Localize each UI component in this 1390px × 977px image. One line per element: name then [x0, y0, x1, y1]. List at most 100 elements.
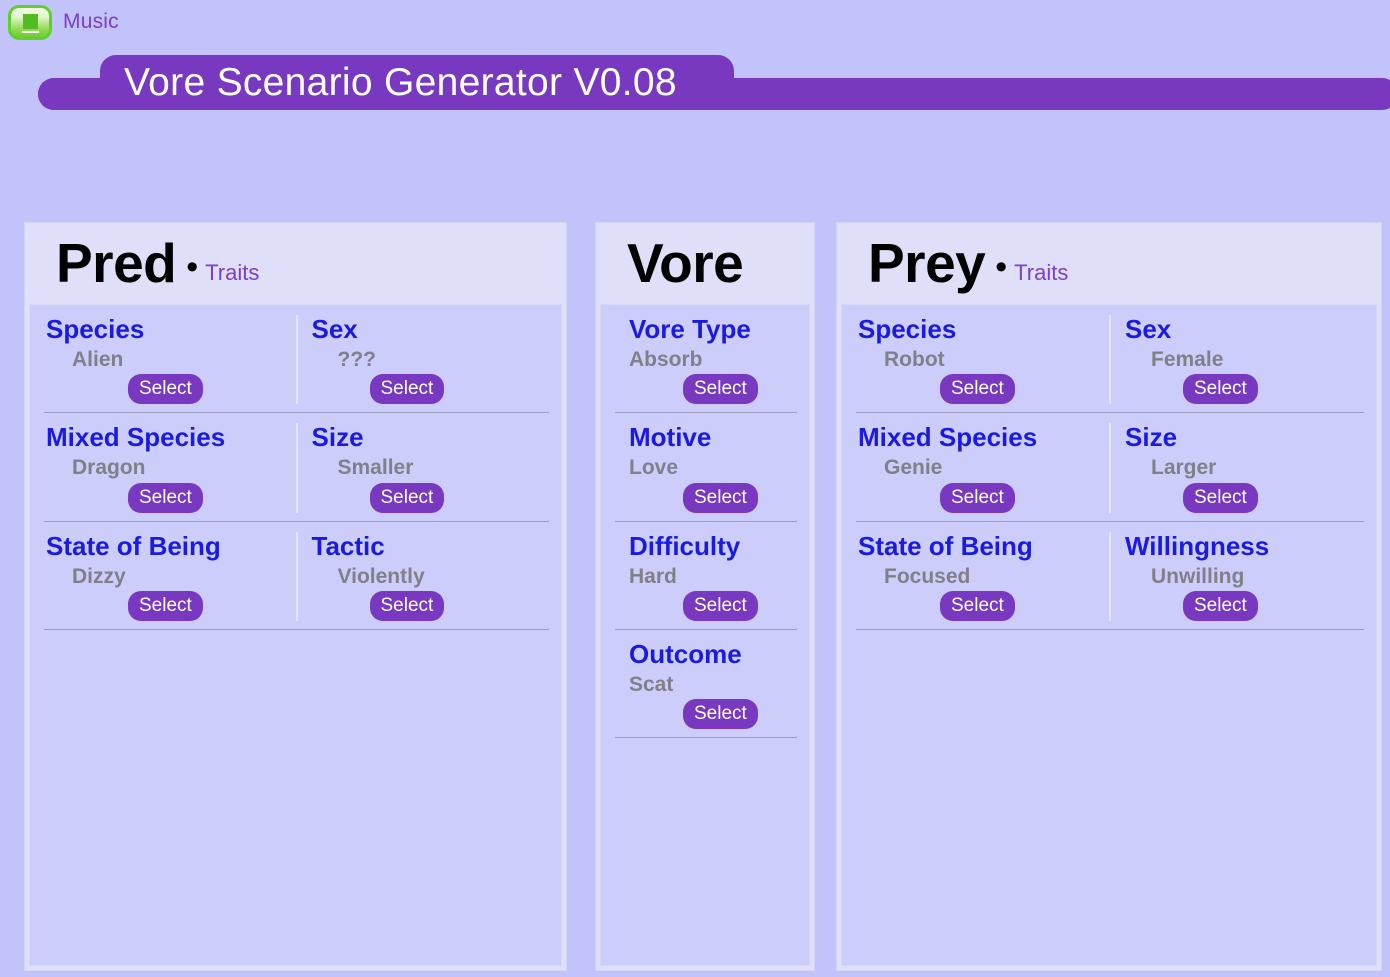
stop-square-icon	[21, 13, 39, 33]
title-banner: Vore Scenario Generator V0.08	[0, 50, 1390, 112]
panel-body: Species Robot Select Sex Female Select Mixed S…	[841, 304, 1377, 966]
select-row: Select	[46, 590, 296, 621]
panels-container: Pred • Traits Species Alien Select Sex??? Selec…	[0, 222, 1390, 977]
select-button[interactable]: Select	[940, 482, 1015, 513]
traits-link[interactable]: Traits	[205, 260, 259, 286]
field-value: Unwilling	[1151, 564, 1245, 588]
field-value: Love	[629, 456, 679, 480]
top-bar: Music	[0, 0, 1390, 46]
field-row: Difficulty Hard Select	[601, 522, 809, 629]
select-button[interactable]: Select	[683, 374, 758, 405]
select-button[interactable]: Select	[1183, 374, 1258, 405]
field-cell: Tactic Violently Select	[295, 522, 562, 629]
field-cell: State of Being Dizzy Select	[30, 522, 296, 629]
field-value: Dizzy	[72, 564, 126, 588]
field-cell: Sex Female Select	[1109, 305, 1376, 412]
field-cell: Size Smaller Select	[295, 413, 562, 520]
field-value: Larger	[1151, 456, 1217, 480]
panel-header: Prey • Traits	[837, 223, 1381, 304]
traits-link[interactable]: Traits	[1014, 260, 1068, 286]
panel-title: Prey	[868, 232, 986, 294]
field-cell: Vore Type Absorb Select	[601, 305, 809, 412]
field-row: Species Alien Select Sex??? Select	[30, 305, 561, 412]
field-value: Smaller	[337, 456, 414, 480]
field-row: State of Being Focused Select Willingness Un…	[842, 522, 1376, 629]
field-label: Mixed Species	[46, 422, 226, 453]
field-label: Vore Type	[629, 314, 751, 344]
select-button[interactable]: Select	[1183, 590, 1258, 621]
field-label: Willingness	[1125, 530, 1270, 561]
field-value: Hard	[629, 564, 677, 588]
field-label: Sex	[1125, 314, 1172, 344]
select-button[interactable]: Select	[128, 590, 203, 621]
field-row: Mixed Species Dragon Select Size Smaller Sele…	[30, 413, 561, 520]
select-row: Select	[1125, 374, 1376, 405]
select-button[interactable]: Select	[128, 374, 203, 405]
field-cell: Willingness Unwilling Select	[1109, 522, 1376, 629]
row-separator	[856, 628, 1364, 630]
select-button[interactable]: Select	[683, 699, 758, 730]
field-cell: Size Larger Select	[1109, 413, 1376, 520]
select-row: Select	[858, 374, 1109, 405]
field-label: Size	[311, 422, 364, 453]
select-row: Select	[46, 374, 296, 405]
select-row: Select	[858, 590, 1109, 621]
select-button[interactable]: Select	[940, 374, 1015, 405]
field-value: Robot	[884, 348, 945, 372]
field-label: Mixed Species	[858, 422, 1038, 453]
select-row: Select	[312, 590, 562, 621]
select-row: Select	[46, 482, 296, 513]
select-row: Select	[312, 374, 562, 405]
field-cell: Species Alien Select	[30, 305, 296, 412]
select-button[interactable]: Select	[128, 482, 203, 513]
select-button[interactable]: Select	[1183, 482, 1258, 513]
field-row: Motive Love Select	[601, 413, 809, 520]
select-button[interactable]: Select	[940, 590, 1015, 621]
field-value: Genie	[884, 456, 943, 480]
select-row: Select	[629, 699, 809, 730]
field-value: Focused	[884, 564, 971, 588]
select-button[interactable]: Select	[683, 590, 758, 621]
panel-header: Vore	[596, 223, 814, 304]
bullet-icon: •	[995, 247, 1008, 286]
panel-title: Pred	[56, 232, 177, 294]
field-value: Scat	[629, 673, 674, 696]
panel-body: Vore Type Absorb Select Motive Love Select Dif…	[600, 304, 810, 966]
field-row: Vore Type Absorb Select	[601, 305, 809, 412]
field-cell: Outcome Scat Select	[601, 630, 809, 737]
field-label: Species	[46, 314, 145, 344]
panel-title: Vore	[627, 232, 744, 294]
field-value: Absorb	[629, 348, 703, 372]
select-row: Select	[312, 482, 562, 513]
panel-pred: Pred • Traits Species Alien Select Sex??? Selec…	[24, 222, 567, 971]
field-cell: Mixed Species Dragon Select	[30, 413, 296, 520]
field-label: Outcome	[629, 638, 742, 669]
field-cell: Motive Love Select	[601, 413, 809, 520]
field-cell: Mixed Species Genie Select	[842, 413, 1109, 520]
field-label: Species	[858, 314, 957, 344]
field-label: Motive	[629, 422, 712, 453]
panel-body: Species Alien Select Sex??? Select Mixed Spec…	[29, 304, 562, 966]
music-toggle-button[interactable]	[8, 5, 52, 40]
field-value: Alien	[72, 348, 124, 372]
field-cell: Sex??? Select	[295, 305, 562, 412]
field-value: Female	[1151, 348, 1224, 372]
select-row: Select	[1125, 590, 1376, 621]
panel-vore: Vore Vore Type Absorb Select Motive Love Selec…	[595, 222, 815, 971]
select-button[interactable]: Select	[683, 482, 758, 513]
row-separator	[615, 737, 797, 739]
field-row: State of Being Dizzy Select Tactic Violently…	[30, 522, 561, 629]
field-value: Dragon	[72, 456, 146, 480]
banner-title-box: Vore Scenario Generator V0.08	[100, 55, 734, 110]
field-cell: Species Robot Select	[842, 305, 1109, 412]
select-button[interactable]: Select	[369, 482, 445, 513]
select-button[interactable]: Select	[369, 590, 445, 621]
select-row: Select	[858, 482, 1109, 513]
select-button[interactable]: Select	[369, 374, 445, 405]
field-row: Mixed Species Genie Select Size Larger Select	[842, 413, 1376, 520]
row-separator	[44, 628, 549, 630]
field-label: State of Being	[858, 530, 1033, 561]
field-label: State of Being	[46, 530, 221, 561]
bullet-icon: •	[186, 247, 199, 286]
field-cell: State of Being Focused Select	[842, 522, 1109, 629]
